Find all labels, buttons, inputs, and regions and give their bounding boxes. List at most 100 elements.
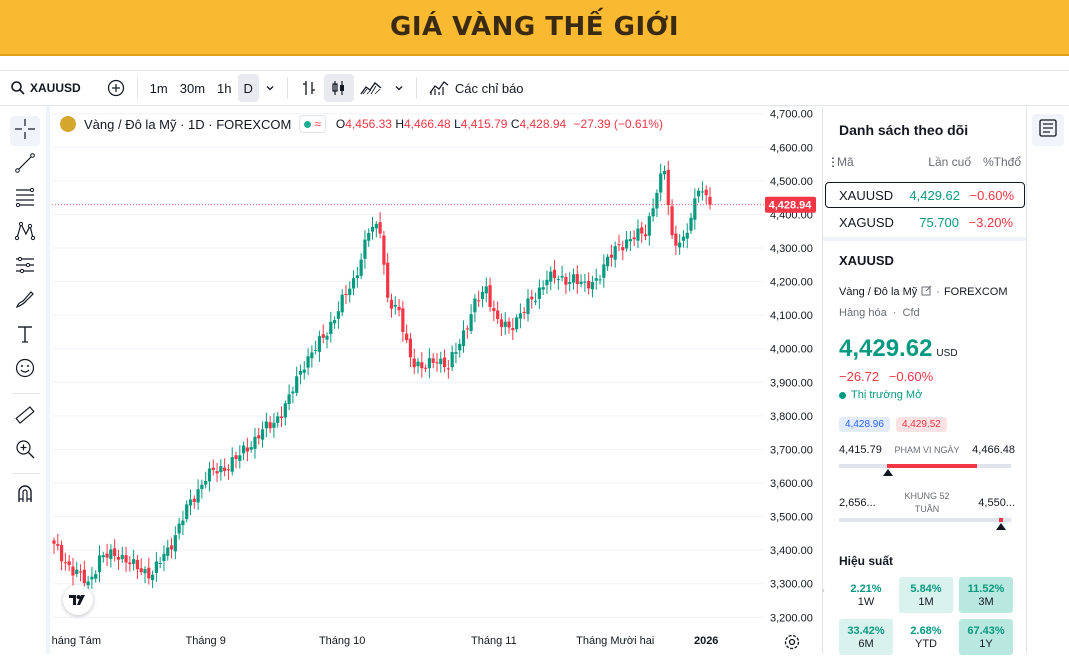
candle (492, 300, 496, 322)
candle (211, 459, 215, 476)
candlestick-chart[interactable]: 4,700.004,600.004,500.004,400.004,300.00… (45, 107, 816, 654)
text-tool[interactable] (10, 321, 40, 351)
price-chart[interactable]: 4,700.00 4,600.00 4,500.00 4,400.00 4,300.00… (45, 107, 816, 654)
bar-chart-button[interactable] (294, 74, 324, 102)
candle (507, 317, 511, 334)
candle (150, 570, 155, 589)
watchlist-header: ⋮ Mã Lần cuố %Thđổ (827, 155, 1023, 169)
candle (314, 340, 318, 355)
candles-button[interactable] (323, 74, 354, 102)
more-icon[interactable]: ⋮ (827, 155, 839, 169)
candle (465, 325, 469, 339)
col-change[interactable]: %Thđổ (971, 155, 1021, 169)
interval-1h[interactable]: 1h (211, 74, 237, 102)
add-symbol-button[interactable] (101, 74, 131, 102)
symbol-search[interactable]: XAUUSD (4, 74, 87, 102)
projection-tool[interactable] (10, 252, 40, 282)
emoji-icon (14, 357, 36, 384)
performance-cell[interactable]: 2.21% 1W (839, 577, 893, 613)
candle (685, 223, 689, 249)
crosshair-tool[interactable] (10, 116, 40, 146)
interval-d[interactable]: D (237, 74, 259, 102)
candle (560, 265, 564, 282)
performance-cell[interactable]: 11.52% 3M (959, 577, 1013, 613)
candle (340, 289, 344, 317)
area-chart-button[interactable] (354, 74, 388, 102)
candle (420, 352, 424, 378)
candle (412, 348, 416, 375)
candle (207, 461, 212, 492)
legend-ohlc: O4,456.33 H4,466.48 L4,415.79 C4,428.94 … (336, 117, 663, 131)
x-tick-label: Tháng Tám (52, 635, 101, 647)
performance-cell[interactable]: 33.42% 6M (839, 619, 893, 655)
candle (302, 361, 306, 380)
interval-1m[interactable]: 1m (144, 74, 174, 102)
candle (571, 268, 576, 290)
change-value: −27.39 (−0.61%) (573, 117, 663, 131)
notes-button[interactable] (1032, 114, 1064, 146)
tv-logo-icon[interactable] (63, 585, 93, 615)
week-range-label-line1: KHUNG 52 (904, 491, 950, 501)
performance-period: 3M (978, 595, 994, 608)
y-tick-label: 4,700.00 (770, 109, 813, 121)
x-tick-label: Tháng 10 (319, 635, 365, 647)
chart-type-dropdown[interactable] (388, 74, 410, 102)
candle (689, 212, 693, 234)
brush-tool[interactable] (10, 286, 40, 316)
performance-title: Hiệu suất (839, 554, 894, 568)
candle (549, 266, 553, 291)
toolbar-divider (286, 77, 288, 99)
chevron-down-icon (394, 83, 404, 93)
chart-toolbar: XAUUSD 1m 30m 1h D Các chỉ báo (0, 70, 1069, 106)
market-status-pill[interactable]: ≈ (299, 115, 326, 133)
interval-30m[interactable]: 30m (174, 74, 211, 102)
toolbar-divider (136, 77, 138, 99)
candle (128, 555, 132, 572)
candle (234, 451, 238, 469)
day-range-row: 4,415.79 PHẠM VI NGÀY 4,466.48 (839, 444, 1015, 456)
candle (700, 181, 705, 201)
candle (215, 462, 219, 482)
performance-cell[interactable]: 67.43% 1Y (959, 619, 1013, 655)
external-link-icon[interactable] (921, 285, 932, 299)
ruler-tool[interactable] (10, 402, 40, 432)
x-tick-label: Tháng Mười hai (576, 635, 654, 647)
day-low: 4,415.79 (839, 444, 882, 456)
legend-symbol-name[interactable]: Vàng / Đô la Mỹ · 1D · FOREXCOM (84, 117, 291, 132)
detail-name[interactable]: Vàng / Đô la Mỹ (839, 286, 917, 298)
candle (219, 459, 223, 481)
magnet-tool[interactable] (10, 481, 40, 511)
row-symbol: XAGUSD (839, 214, 894, 230)
performance-cell[interactable]: 2.68% YTD (899, 619, 953, 655)
candle (439, 351, 443, 373)
col-symbol[interactable]: Mã (837, 155, 915, 169)
watchlist-title: Danh sách theo dõi (839, 122, 969, 138)
performance-cell[interactable]: 5.84% 1M (899, 577, 953, 613)
projection-icon (14, 254, 36, 281)
col-last[interactable]: Lần cuố (915, 155, 971, 169)
candle (424, 364, 428, 373)
indicators-button[interactable]: Các chỉ báo (423, 74, 530, 102)
candle (374, 221, 378, 238)
page-title: GIÁ VÀNG THẾ GIỚI (389, 12, 680, 42)
row-change: −3.20% (968, 214, 1013, 230)
candle (647, 212, 651, 246)
fib-tool[interactable] (10, 184, 40, 214)
notes-icon (1038, 118, 1058, 143)
high-value: 4,466.48 (404, 117, 451, 131)
detail-category-row: Hàng hóa · Cfd (839, 307, 920, 319)
candle (499, 313, 504, 336)
detail-change-abs: −26.72 (839, 369, 880, 384)
emoji-tool[interactable] (10, 355, 40, 385)
pattern-tool[interactable] (10, 218, 40, 248)
y-tick-label: 4,200.00 (770, 277, 813, 289)
row-change: −0.60% (969, 187, 1014, 203)
trend-line-tool[interactable] (10, 150, 40, 180)
watchlist-row[interactable]: XAGUSD 75.700 −3.20% (825, 209, 1025, 235)
open-key: O (335, 117, 346, 131)
zoom-in-tool[interactable] (10, 436, 40, 466)
watchlist-row[interactable]: XAUUSD 4,429.62 −0.60% (825, 182, 1025, 208)
week-range-fill (999, 518, 1003, 522)
interval-dropdown[interactable] (259, 74, 281, 102)
chart-settings-button[interactable] (783, 633, 801, 651)
